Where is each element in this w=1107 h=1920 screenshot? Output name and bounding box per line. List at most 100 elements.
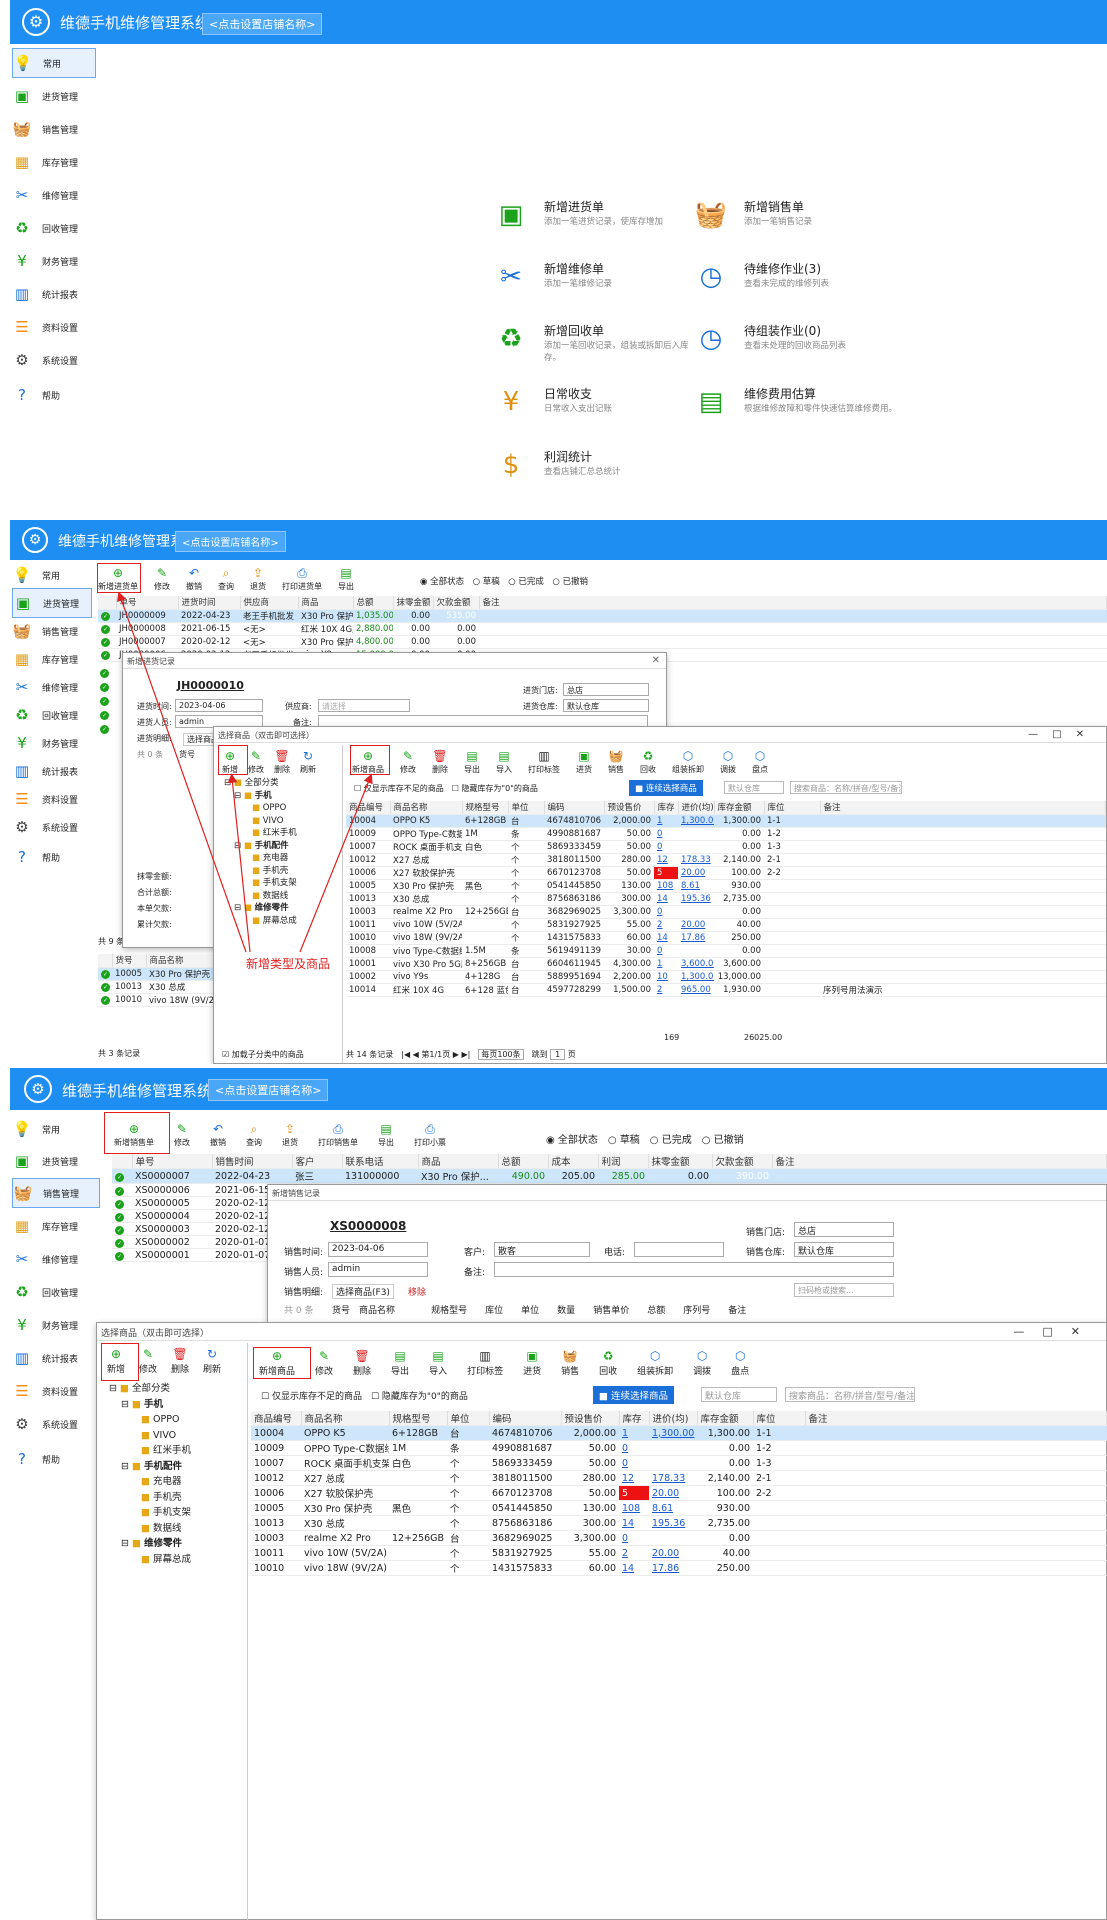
shop-name-button[interactable]: <点击设置店铺名称> — [208, 1079, 329, 1101]
import-product-button[interactable]: ▤ 导入 — [429, 1349, 447, 1377]
quick-pending-repair[interactable]: ◷ 待维修作业(3) 查看未完成的维修列表 — [692, 254, 942, 308]
print-receipt-button[interactable]: ⎙ 打印小票 — [414, 1122, 446, 1148]
delete-category-button[interactable]: 🗑 删除 — [171, 1347, 189, 1375]
sidebar-item-recycle[interactable]: ♻ 回收管理 — [12, 1277, 78, 1307]
export-button[interactable]: ▤ 导出 — [378, 1122, 394, 1148]
sidebar-item-settings-data[interactable]: ☰ 资料设置 — [12, 312, 78, 342]
table-row[interactable]: 10005 X30 Pro 保护壳 黑色个 0541445850 130.00 108 8.… — [251, 1500, 1107, 1516]
return-button[interactable]: ⇪ 退货 — [282, 1122, 298, 1148]
quick-profit-stats[interactable]: $ 利润统计 查看店铺汇总总统计 — [492, 442, 742, 496]
tree-item[interactable]: ⊟ ■ 手机配件 — [109, 1459, 191, 1475]
tree-item[interactable]: ⊟ ■ 全部分类 — [109, 1381, 191, 1397]
table-row[interactable]: 10006 X27 软胶保护壳个 6670123708 50.00 5 20.00 100.… — [251, 1485, 1107, 1501]
tree-item[interactable]: ■ 手机壳 — [109, 1490, 191, 1506]
status-filter[interactable]: ◉ 全部状态 ○ 草稿 ○ 已完成 ○ 已撤销 — [546, 1131, 744, 1146]
table-row[interactable]: ✓ XS0000007 2022-04-23 张三 131000000 X30 Pro 保… — [112, 1168, 1107, 1184]
sidebar-item-repair[interactable]: ✂ 维修管理 — [12, 1244, 78, 1274]
revoke-button[interactable]: ↶ 撤销 — [210, 1122, 226, 1148]
assemble-button[interactable]: ⬡ 组装拆卸 — [637, 1349, 673, 1377]
search-button[interactable]: ⌕ 查询 — [246, 1122, 262, 1148]
sidebar-item-recycle[interactable]: ♻ 回收管理 — [12, 213, 78, 243]
tree-item[interactable]: ■ 数据线 — [109, 1521, 191, 1537]
sidebar-item-reports[interactable]: ▥ 统计报表 — [12, 1343, 78, 1373]
quick-repair-estimate[interactable]: ▤ 维修费用估算 根据维修故障和零件快速估算维修费用。 — [692, 379, 942, 433]
stocktake-button[interactable]: ⬡ 盘点 — [731, 1349, 749, 1377]
shop-name-button[interactable]: <点击设置店铺名称> — [202, 13, 323, 35]
tree-item[interactable]: ■ 红米手机 — [109, 1443, 191, 1459]
sidebar-item-finance[interactable]: ¥ 财务管理 — [12, 1310, 78, 1340]
window-controls[interactable]: —□✕ — [1013, 1325, 1098, 1338]
sidebar-item-purchase[interactable]: ▣ 进货管理 — [12, 81, 78, 111]
tree-item[interactable]: ■ 充电器 — [109, 1474, 191, 1490]
print-label-button[interactable]: ▥ 打印标签 — [467, 1349, 503, 1377]
sidebar-item-common[interactable]: 💡 常用 — [12, 1114, 60, 1144]
stocktake-icon: ⬡ — [734, 1349, 746, 1363]
table-row[interactable]: 10004 OPPO K5 6+128GB 台 4674810706 2,000.00 1 1… — [251, 1425, 1107, 1441]
product-search-input[interactable]: 搜索商品：名称/拼音/型号/备注... — [785, 1387, 915, 1402]
delete-product-button[interactable]: 🗑 删除 — [353, 1349, 371, 1377]
table-row[interactable]: 10013 X30 总成个 8756863186 300.00 14 195.36 2,73… — [251, 1515, 1107, 1531]
sidebar-item-purchase[interactable]: ▣ 进货管理 — [12, 1146, 78, 1176]
quick-new-sale[interactable]: 🧺 新增销售单 添加一笔销售记录 — [692, 192, 942, 246]
tree-item[interactable]: ■ 手机支架 — [109, 1505, 191, 1521]
sidebar-item-repair[interactable]: ✂ 维修管理 — [12, 180, 78, 210]
edit-product-button[interactable]: ✎ 修改 — [315, 1349, 333, 1377]
store-select[interactable]: 总店 — [794, 1222, 894, 1237]
calculator-icon: ▤ — [698, 387, 724, 417]
tree-item[interactable]: ■ OPPO — [109, 1412, 191, 1428]
scan-input[interactable]: 扫码枪或搜索... — [794, 1283, 894, 1297]
table-row[interactable]: 10010vivo 18W (9V/2A) ...个143157583360.0… — [251, 1560, 1107, 1576]
remark-field[interactable] — [494, 1262, 894, 1277]
sidebar-item-inventory[interactable]: ▦ 库存管理 — [12, 1211, 78, 1241]
highlight-new-sale — [104, 1112, 170, 1154]
sidebar-item-finance[interactable]: ¥ 财务管理 — [12, 246, 78, 276]
sale-button[interactable]: 🧺 销售 — [561, 1349, 579, 1377]
sale-person-field[interactable]: admin — [328, 1262, 428, 1277]
sidebar-item-inventory[interactable]: ▦ 库存管理 — [12, 147, 78, 177]
annotation-label: 新增类型及商品 — [246, 957, 331, 971]
title-bar: ⚙ 维德手机维修管理系统 <点击设置店铺名称> — [10, 0, 1107, 44]
edit-button[interactable]: ✎ 修改 — [174, 1122, 190, 1148]
tree-item[interactable]: ⊟ ■ 维修零件 — [109, 1536, 191, 1552]
sidebar-item-help[interactable]: ? 帮助 — [12, 1444, 60, 1474]
quick-pending-assembly[interactable]: ◷ 待组装作业(0) 查看未处理的回收商品列表 — [692, 316, 942, 370]
title-bar: ⚙ 维德手机维修管理系统 <点击设置店铺名称> — [10, 1068, 1107, 1110]
sidebar-item-common[interactable]: 💡 常用 — [12, 48, 96, 78]
warehouse-select[interactable]: 默认仓库 — [701, 1387, 777, 1402]
sidebar-item-system[interactable]: ⚙ 系统设置 — [12, 1409, 78, 1439]
low-stock-checkbox[interactable]: ☐ 仅显示库存不足的商品 ☐ 隐藏库存为"0"的商品 — [261, 1389, 468, 1402]
remove-button[interactable]: 移除 — [408, 1285, 426, 1298]
sidebar: 💡 常用 ▣ 进货管理 🧺 销售管理 ▦ 库存管理 ✂ 维修管理 ♻ 回收管理 ¥ 财务管理 … — [10, 44, 102, 516]
phone-field[interactable] — [634, 1242, 724, 1257]
table-row[interactable]: 10009OPPO Type-C数据线1M条499088168750.0000.… — [251, 1440, 1107, 1456]
purchase-button[interactable]: ▣ 进货 — [523, 1349, 541, 1377]
table-row[interactable]: 10007ROCK 桌面手机支架白色个586933345950.0000.001… — [251, 1455, 1107, 1471]
tree-item[interactable]: ■ VIVO — [109, 1428, 191, 1444]
table-row[interactable]: 10011vivo 10W (5V/2A) ...个583192792555.0… — [251, 1545, 1107, 1561]
help-icon: ? — [18, 1450, 26, 1468]
tree-item[interactable]: ⊟ ■ 手机 — [109, 1397, 191, 1413]
sale-time-field[interactable]: 2023-04-06 — [328, 1242, 428, 1257]
warehouse-select[interactable]: 默认仓库 — [794, 1242, 894, 1257]
recycle-button[interactable]: ♻ 回收 — [599, 1349, 617, 1377]
gear-icon: ⚙ — [15, 351, 29, 369]
continue-select-toggle[interactable]: ■ 连续选择商品 — [593, 1386, 675, 1404]
sidebar-item-sales[interactable]: 🧺 销售管理 — [12, 114, 78, 144]
sidebar-item-sales[interactable]: 🧺 销售管理 — [12, 1178, 100, 1208]
box-icon: ▣ — [526, 1349, 538, 1363]
edit-category-button[interactable]: ✎ 修改 — [139, 1347, 157, 1375]
sidebar-item-settings-data[interactable]: ☰ 资料设置 — [12, 1376, 78, 1406]
print-sale-button[interactable]: ⎙ 打印销售单 — [318, 1122, 358, 1148]
export-product-button[interactable]: ▤ 导出 — [391, 1349, 409, 1377]
refresh-category-button[interactable]: ↻ 刷新 — [203, 1347, 221, 1375]
table-row[interactable]: 10003 realme X2 Pro 12+256GB 台 3682969025 3,3… — [251, 1530, 1107, 1546]
tree-item[interactable]: ■ 屏幕总成 — [109, 1552, 191, 1568]
transfer-button[interactable]: ⬡ 调拨 — [693, 1349, 711, 1377]
customer-field[interactable]: 散客 — [494, 1242, 590, 1257]
app-title: 维德手机维修管理系统 — [60, 14, 211, 32]
table-row[interactable]: 10012 X27 总成个 3818011500 280.00 12 178.33 2,14… — [251, 1470, 1107, 1486]
pick-product-button[interactable]: 选择商品(F3) — [332, 1284, 394, 1299]
sidebar-item-reports[interactable]: ▥ 统计报表 — [12, 279, 78, 309]
sidebar-item-help[interactable]: ? 帮助 — [12, 380, 60, 410]
sidebar-item-system[interactable]: ⚙ 系统设置 — [12, 345, 78, 375]
